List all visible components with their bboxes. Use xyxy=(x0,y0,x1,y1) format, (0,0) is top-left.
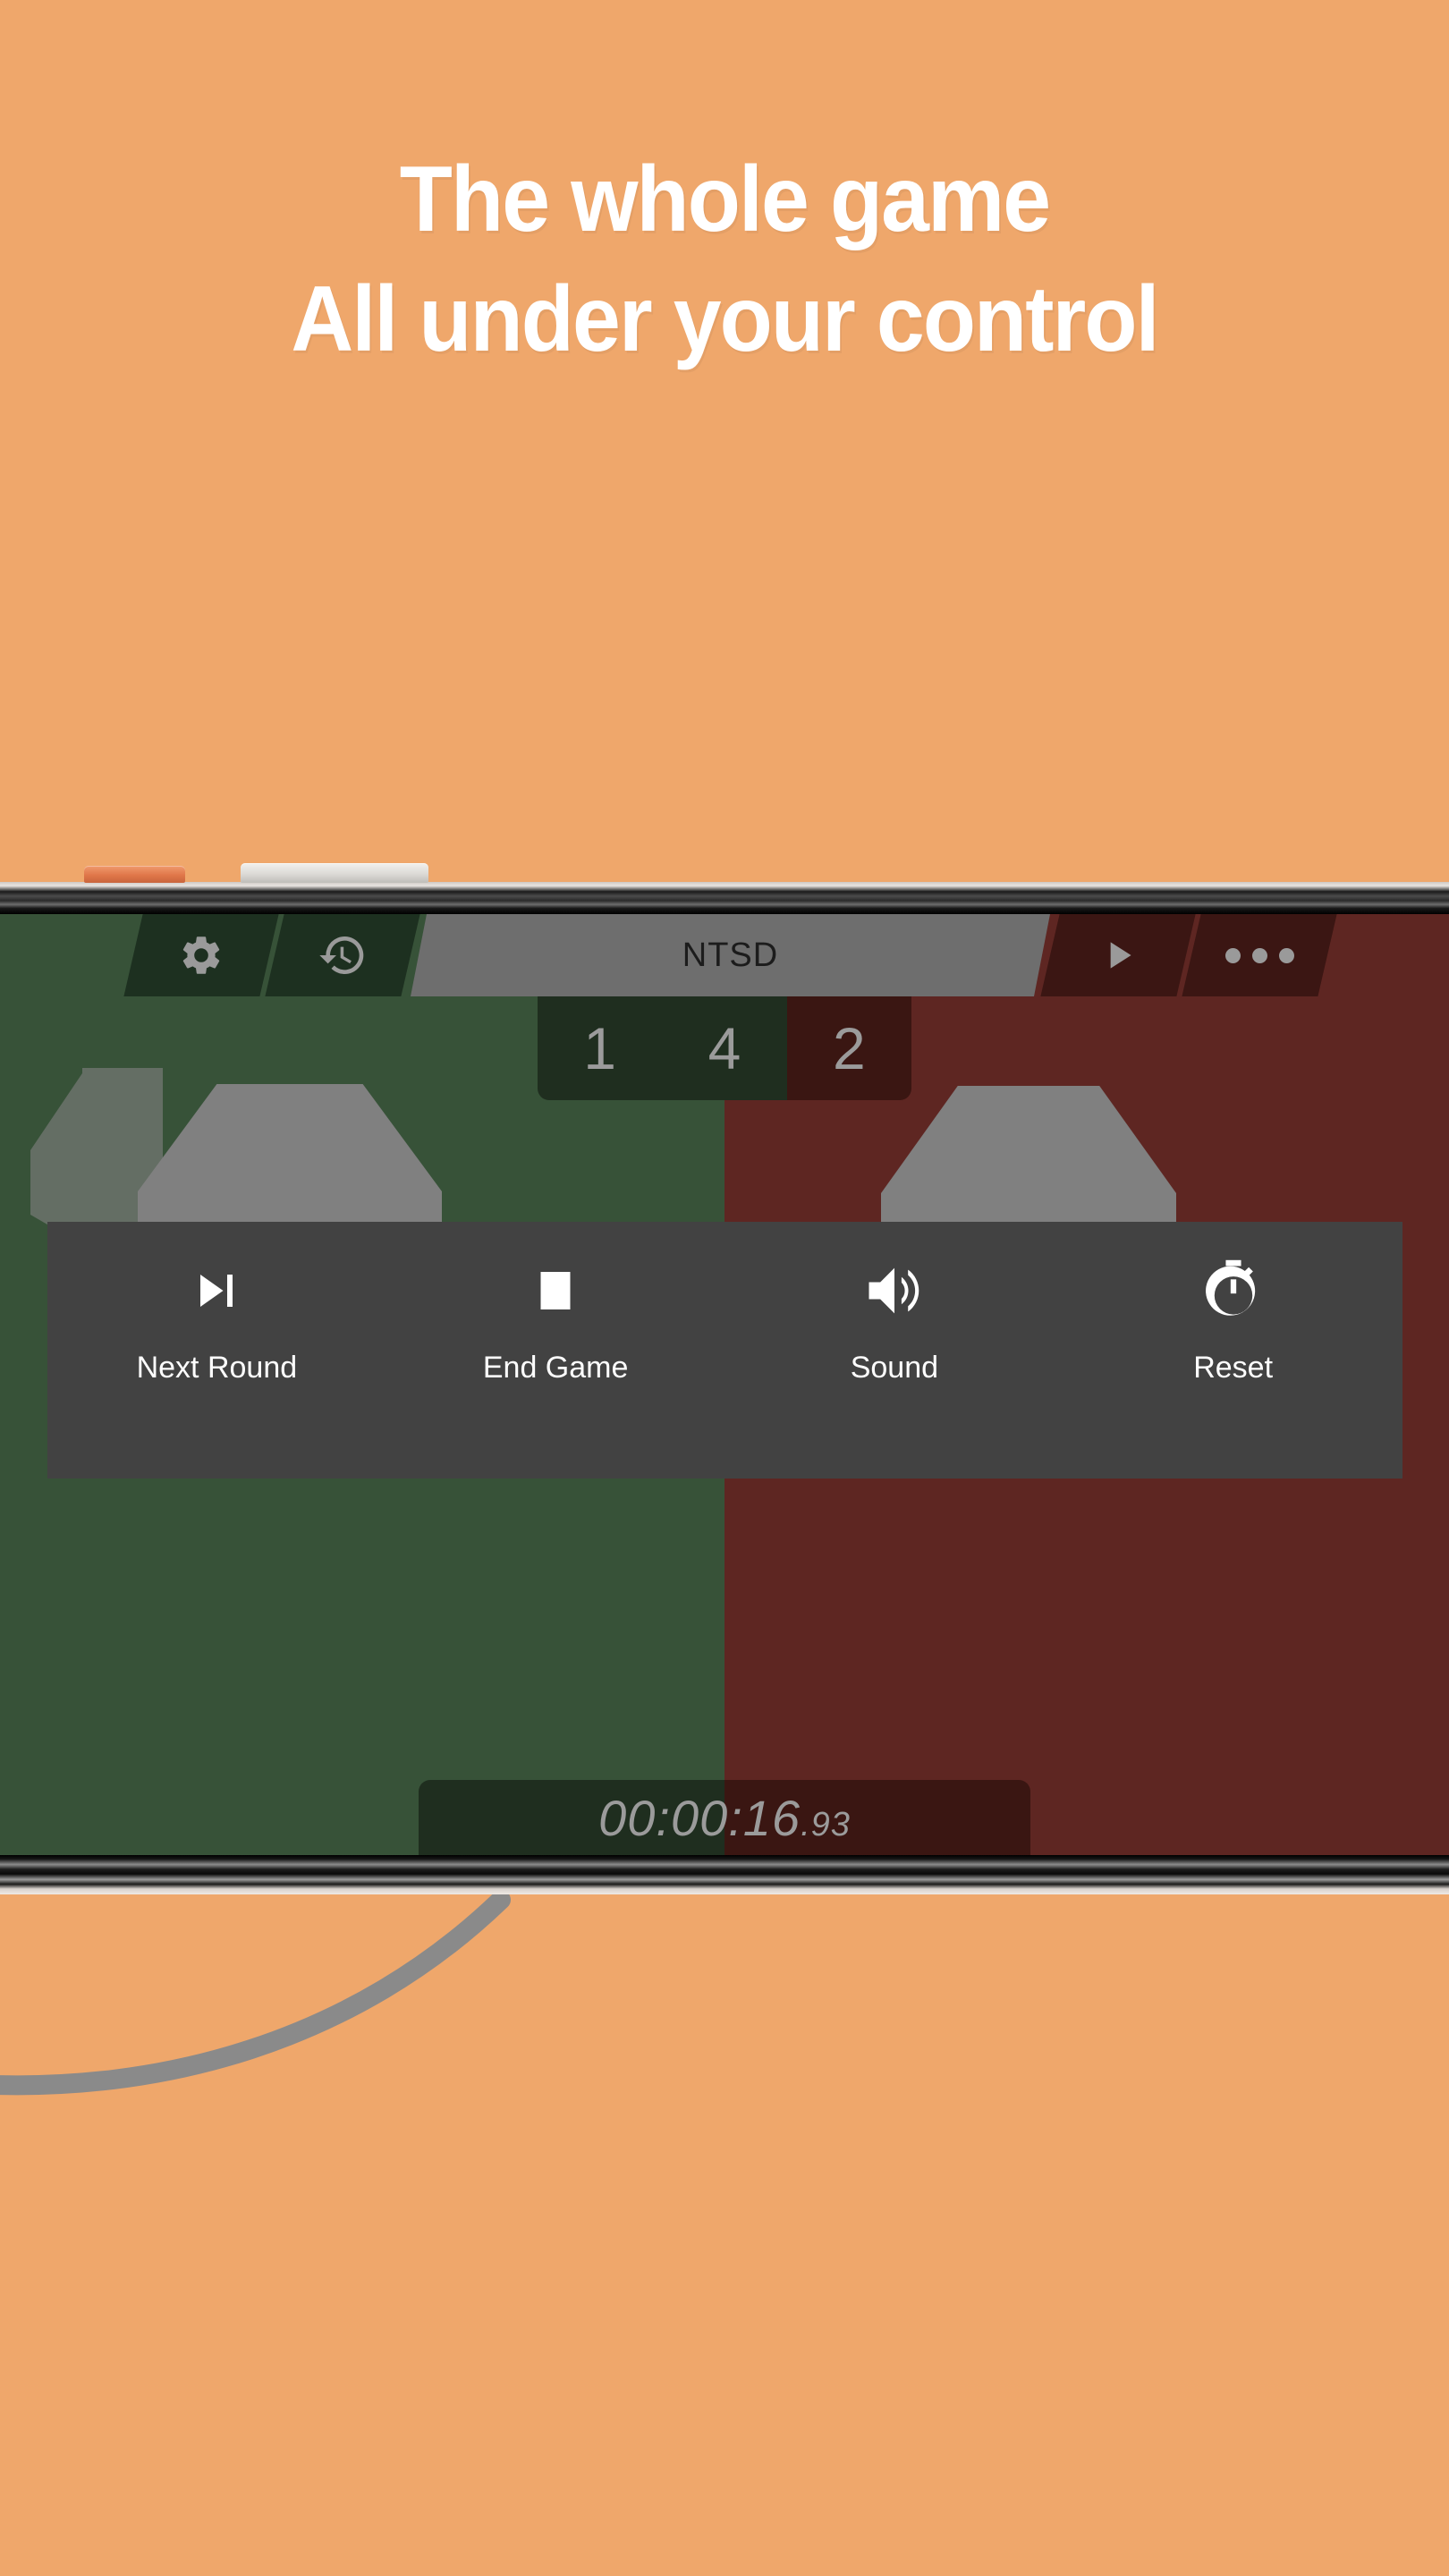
match-timer[interactable]: 00:00:16.93 xyxy=(419,1780,1030,1855)
next-round-button[interactable]: Next Round xyxy=(127,1252,306,1385)
timer-fraction: .93 xyxy=(801,1805,851,1843)
headline-line-2: All under your control xyxy=(291,267,1159,372)
reset-label: Reset xyxy=(1193,1351,1274,1385)
skip-next-icon xyxy=(184,1252,249,1329)
timer-main: 00:00:16 xyxy=(598,1789,801,1846)
app-toolbar: NTSD xyxy=(0,914,1449,996)
next-round-label: Next Round xyxy=(136,1351,298,1385)
end-game-button[interactable]: End Game xyxy=(466,1252,645,1385)
decorative-curve xyxy=(0,1894,511,2096)
toolbar-right-pad xyxy=(1327,914,1449,996)
volume-button[interactable] xyxy=(241,863,428,883)
sound-label: Sound xyxy=(850,1351,939,1385)
phone-screen: NTSD 1 4 2 Next Round End Game Sound Res… xyxy=(0,914,1449,1855)
score-middle[interactable]: 4 xyxy=(662,996,787,1100)
phone-device: NTSD 1 4 2 Next Round End Game Sound Res… xyxy=(0,863,1449,1894)
sound-button[interactable]: Sound xyxy=(805,1252,984,1385)
stopwatch-icon xyxy=(1199,1252,1267,1329)
power-button[interactable] xyxy=(84,866,185,883)
speaker-icon xyxy=(860,1252,928,1329)
history-icon xyxy=(318,930,368,980)
stop-icon xyxy=(523,1252,588,1329)
toolbar-left-pad xyxy=(0,914,133,996)
history-button[interactable] xyxy=(265,914,420,996)
settings-button[interactable] xyxy=(123,914,279,996)
gear-icon xyxy=(178,932,225,979)
app-title-plate: NTSD xyxy=(411,914,1050,996)
reset-button[interactable]: Reset xyxy=(1144,1252,1323,1385)
app-title: NTSD xyxy=(682,936,779,974)
play-icon xyxy=(1096,933,1140,978)
timer-text: 00:00:16.93 xyxy=(598,1789,851,1847)
play-button[interactable] xyxy=(1040,914,1196,996)
device-top-bezel xyxy=(0,882,1449,914)
control-overlay-panel: Next Round End Game Sound Reset xyxy=(47,1222,1402,1479)
end-game-label: End Game xyxy=(482,1351,629,1385)
score-right[interactable]: 2 xyxy=(786,996,911,1100)
score-left[interactable]: 1 xyxy=(538,996,663,1100)
device-bottom-bezel xyxy=(0,1855,1449,1894)
headline: The whole game All under your control xyxy=(0,152,1449,367)
scoreboard: 1 4 2 xyxy=(538,996,911,1100)
headline-line-1: The whole game xyxy=(399,148,1051,251)
more-options-button[interactable] xyxy=(1182,914,1337,996)
more-dots-icon xyxy=(1224,947,1294,963)
